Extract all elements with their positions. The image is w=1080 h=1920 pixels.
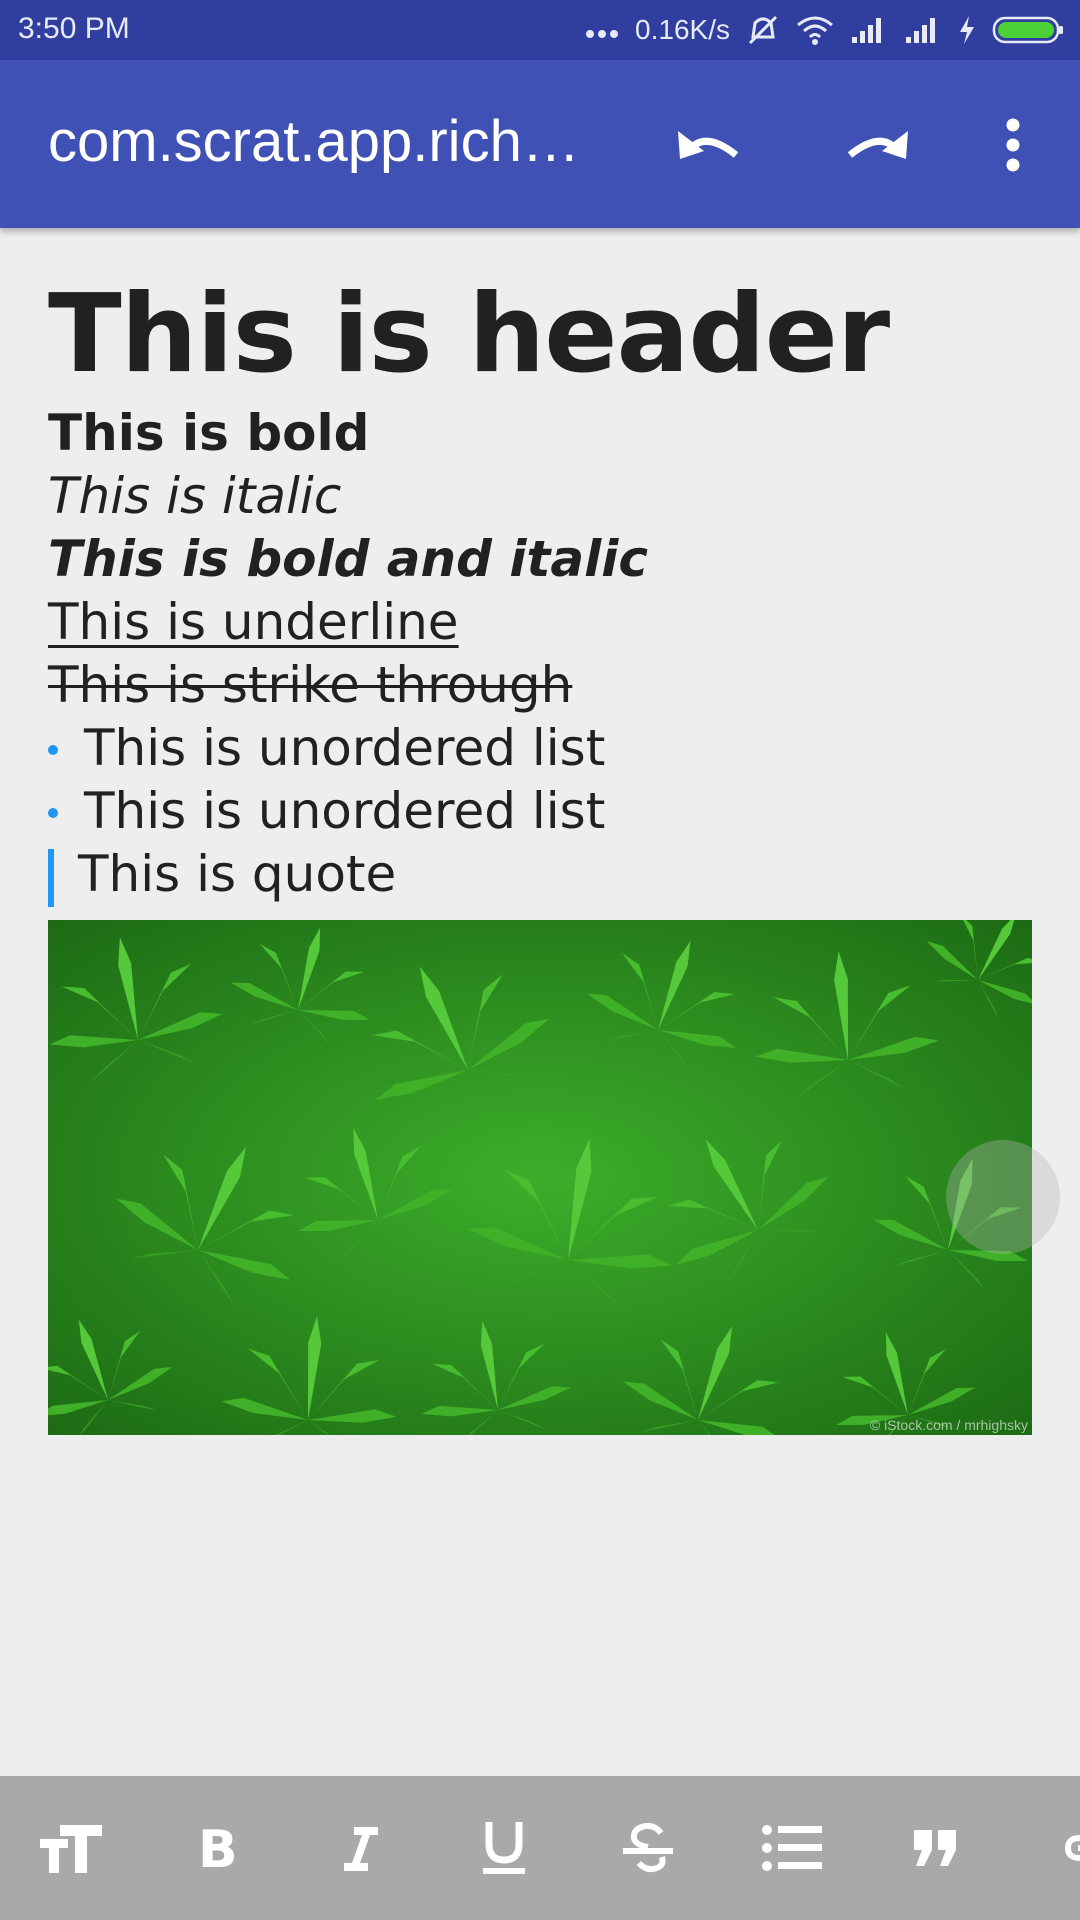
- floating-scroll-handle[interactable]: [946, 1140, 1060, 1254]
- undo-icon: [678, 131, 739, 159]
- bold-text[interactable]: This is bold: [48, 402, 1032, 465]
- status-bar: 3:50 PM 0.16K/s: [0, 0, 1080, 60]
- quote-button[interactable]: [900, 1812, 972, 1884]
- overflow-menu-button[interactable]: [968, 100, 1058, 190]
- link-button[interactable]: [1044, 1812, 1080, 1884]
- list-item[interactable]: This is unordered list: [48, 717, 1032, 780]
- strikethrough-icon: [623, 1823, 673, 1873]
- link-icon: [1064, 1835, 1080, 1861]
- more-dots-icon: [586, 30, 619, 38]
- embedded-image[interactable]: © iStock.com / mrhighsky: [48, 920, 1032, 1435]
- net-speed: 0.16K/s: [635, 14, 730, 45]
- underline-text[interactable]: This is underline: [48, 591, 1032, 654]
- italic-text[interactable]: This is italic: [48, 465, 1032, 528]
- signal-icon: [906, 18, 935, 43]
- svg-text:B: B: [198, 1823, 236, 1873]
- italic-button[interactable]: [324, 1812, 396, 1884]
- wifi-icon: [797, 16, 833, 45]
- quote-bar: [48, 849, 54, 907]
- underline-icon: [483, 1822, 525, 1874]
- underline-button[interactable]: [468, 1812, 540, 1884]
- signal-icon: [852, 18, 881, 43]
- charging-icon: [960, 16, 974, 44]
- app-title: com.scrat.app.rich…: [48, 109, 580, 174]
- format-toolbar: B: [0, 1776, 1080, 1920]
- leaves-image: [48, 920, 1032, 1435]
- bullet-icon: [48, 745, 58, 755]
- text-size-button[interactable]: [36, 1812, 108, 1884]
- battery-icon: [992, 16, 1063, 44]
- italic-icon: [344, 1827, 378, 1871]
- undo-button[interactable]: [664, 100, 754, 190]
- vibrate-off-icon: [748, 15, 778, 45]
- status-icons: 0.16K/s: [585, 0, 1064, 60]
- more-vert-icon: [1006, 118, 1020, 172]
- strikethrough-button[interactable]: [612, 1812, 684, 1884]
- bold-button[interactable]: B: [180, 1812, 252, 1884]
- bold-icon: B: [198, 1823, 236, 1873]
- status-time: 3:50 PM: [18, 12, 130, 45]
- rich-text-editor[interactable]: This is header This is bold This is ital…: [48, 268, 1032, 907]
- list-item-text: This is unordered list: [84, 782, 606, 840]
- redo-icon: [847, 131, 908, 159]
- bulleted-list-icon: [762, 1825, 822, 1871]
- image-watermark: © iStock.com / mrhighsky: [869, 1417, 1028, 1433]
- quote-block[interactable]: This is quote: [48, 843, 1032, 907]
- quote-text: This is quote: [78, 845, 397, 903]
- list-item-text: This is unordered list: [84, 719, 606, 777]
- strikethrough-text[interactable]: This is strike through: [48, 654, 1032, 717]
- list-item[interactable]: This is unordered list: [48, 780, 1032, 843]
- quote-icon: [914, 1830, 956, 1866]
- app-bar: com.scrat.app.rich…: [0, 60, 1080, 228]
- bold-italic-text[interactable]: This is bold and italic: [48, 528, 1032, 591]
- text-size-icon: [40, 1825, 102, 1873]
- redo-button[interactable]: [832, 100, 922, 190]
- bulleted-list-button[interactable]: [756, 1812, 828, 1884]
- bullet-icon: [48, 808, 58, 818]
- header-text[interactable]: This is header: [48, 268, 1032, 402]
